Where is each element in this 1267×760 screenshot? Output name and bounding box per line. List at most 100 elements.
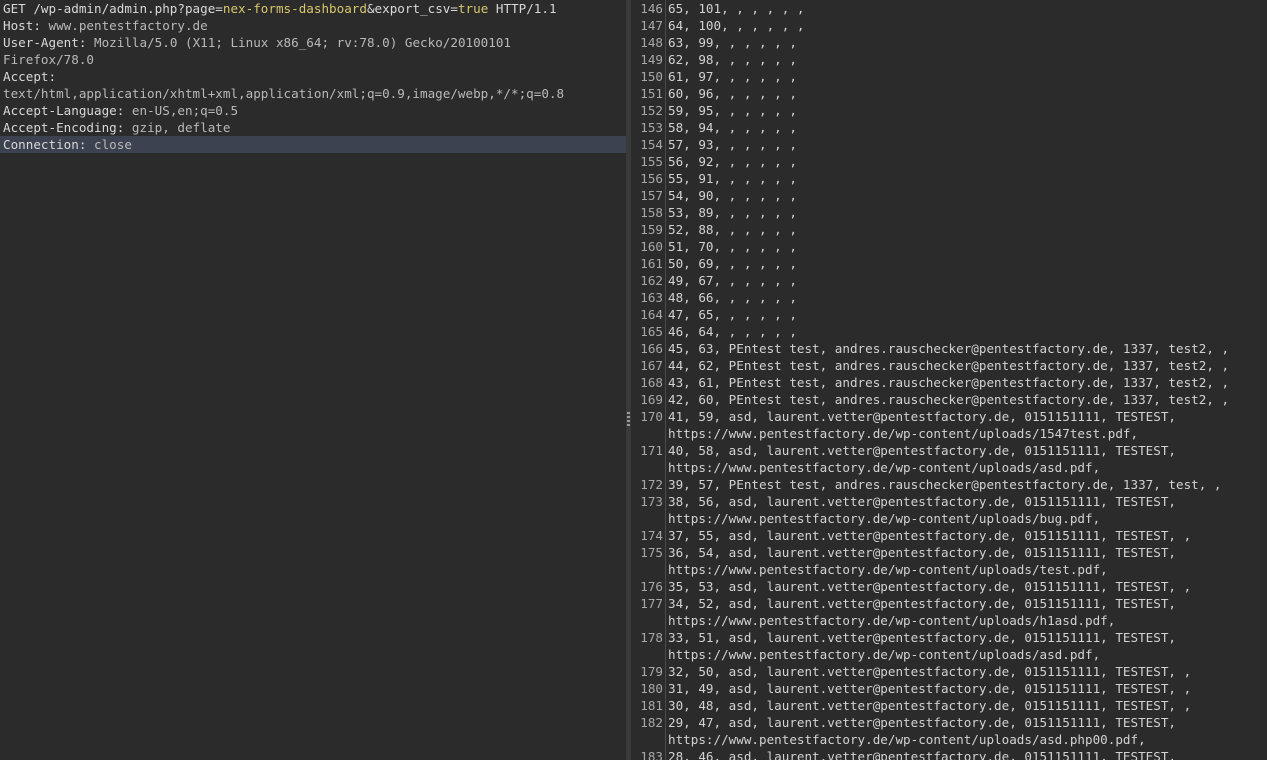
csv-row: 60, 96, , , , , , xyxy=(668,86,797,101)
header-value: close xyxy=(94,137,132,152)
request-line[interactable]: Accept-Encoding: gzip, deflate xyxy=(0,119,626,136)
line-number: 154 xyxy=(640,137,663,152)
csv-row: 36, 54, asd, laurent.vetter@pentestfacto… xyxy=(668,545,1176,560)
csv-row: 65, 101, , , , , , xyxy=(668,1,805,16)
line-number: 164 xyxy=(640,307,663,322)
csv-row: 46, 64, , , , , , xyxy=(668,324,797,339)
line-number: 159 xyxy=(640,222,663,237)
request-line[interactable]: Host: www.pentestfactory.de xyxy=(0,17,626,34)
csv-row: 54, 90, , , , , , xyxy=(668,188,797,203)
line-number: 181 xyxy=(640,698,663,713)
request-line[interactable]: Firefox/78.0 xyxy=(0,51,626,68)
csv-row: 37, 55, asd, laurent.vetter@pentestfacto… xyxy=(668,528,1192,543)
line-number: 169 xyxy=(640,392,663,407)
csv-row: https://www.pentestfactory.de/wp-content… xyxy=(668,647,1101,662)
line-number: 157 xyxy=(640,188,663,203)
line-number: 163 xyxy=(640,290,663,305)
http-message-viewer: GET /wp-admin/admin.php?page=nex-forms-d… xyxy=(0,0,1267,760)
header-value: gzip, deflate xyxy=(131,120,231,135)
line-number: 160 xyxy=(640,239,663,254)
csv-row: 39, 57, PEntest test, andres.rauschecker… xyxy=(668,477,1222,492)
csv-row: https://www.pentestfactory.de/wp-content… xyxy=(668,732,1146,747)
line-number xyxy=(631,459,665,476)
request-line[interactable]: User-Agent: Mozilla/5.0 (X11; Linux x86_… xyxy=(0,34,626,51)
csv-row: 44, 62, PEntest test, andres.rauschecker… xyxy=(668,358,1230,373)
csv-row: 63, 99, , , , , , xyxy=(668,35,797,50)
csv-row: https://www.pentestfactory.de/wp-content… xyxy=(668,562,1108,577)
header-key: Connection: xyxy=(3,137,94,152)
csv-row: 48, 66, , , , , , xyxy=(668,290,797,305)
line-number xyxy=(631,510,665,527)
request-editor[interactable]: GET /wp-admin/admin.php?page=nex-forms-d… xyxy=(0,0,626,153)
csv-row: 38, 56, asd, laurent.vetter@pentestfacto… xyxy=(668,494,1176,509)
line-number: 147 xyxy=(640,18,663,33)
request-line[interactable]: Accept-Language: en-US,en;q=0.5 xyxy=(0,102,626,119)
csv-row: 55, 91, , , , , , xyxy=(668,171,797,186)
param-value: nex-forms-dashboard xyxy=(222,1,367,16)
csv-row: 33, 51, asd, laurent.vetter@pentestfacto… xyxy=(668,630,1176,645)
csv-row: 62, 98, , , , , , xyxy=(668,52,797,67)
line-number: 172 xyxy=(640,477,663,492)
header-value: Mozilla/5.0 (X11; Linux x86_64; rv:78.0)… xyxy=(94,35,512,50)
line-number: 183 xyxy=(640,749,663,760)
request-line[interactable]: Connection: close xyxy=(0,136,626,153)
header-value: en-US,en;q=0.5 xyxy=(131,103,239,118)
header-key: User-Agent: xyxy=(3,35,94,50)
line-number xyxy=(631,425,665,442)
csv-row: 52, 88, , , , , , xyxy=(668,222,797,237)
csv-row: https://www.pentestfactory.de/wp-content… xyxy=(668,511,1101,526)
csv-row: https://www.pentestfactory.de/wp-content… xyxy=(668,460,1101,475)
request-pane[interactable]: GET /wp-admin/admin.php?page=nex-forms-d… xyxy=(0,0,626,760)
header-value: Firefox/78.0 xyxy=(3,52,94,67)
line-number: 146 xyxy=(640,1,663,16)
request-line[interactable]: text/html,application/xhtml+xml,applicat… xyxy=(0,85,626,102)
line-number: 171 xyxy=(640,443,663,458)
line-number: 152 xyxy=(640,103,663,118)
csv-row: https://www.pentestfactory.de/wp-content… xyxy=(668,426,1139,441)
line-number: 179 xyxy=(640,664,663,679)
line-number: 155 xyxy=(640,154,663,169)
line-number: 168 xyxy=(640,375,663,390)
line-number: 165 xyxy=(640,324,663,339)
csv-row: 57, 93, , , , , , xyxy=(668,137,797,152)
header-key: HTTP/1.1 xyxy=(488,1,557,16)
line-number: 173 xyxy=(640,494,663,509)
csv-row: https://www.pentestfactory.de/wp-content… xyxy=(668,613,1116,628)
header-key: &export_csv= xyxy=(366,1,458,16)
response-pane[interactable]: 146 147 148 149 150 151 152 153 154 155 156 157 158 1… xyxy=(631,0,1267,760)
line-number: 150 xyxy=(640,69,663,84)
header-value: text/html,application/xhtml+xml,applicat… xyxy=(3,86,565,101)
csv-row: 45, 63, PEntest test, andres.rauschecker… xyxy=(668,341,1230,356)
csv-row: 35, 53, asd, laurent.vetter@pentestfacto… xyxy=(668,579,1192,594)
header-key: Accept-Encoding: xyxy=(3,120,132,135)
param-value: true xyxy=(457,1,489,16)
csv-row: 51, 70, , , , , , xyxy=(668,239,797,254)
line-number: 153 xyxy=(640,120,663,135)
csv-row: 47, 65, , , , , , xyxy=(668,307,797,322)
csv-row: 42, 60, PEntest test, andres.rauschecker… xyxy=(668,392,1230,407)
line-number: 158 xyxy=(640,205,663,220)
request-line[interactable]: GET /wp-admin/admin.php?page=nex-forms-d… xyxy=(0,0,626,17)
csv-row: 32, 50, asd, laurent.vetter@pentestfacto… xyxy=(668,664,1192,679)
response-body[interactable]: 65, 101, , , , , , 64, 100, , , , , , 63, … xyxy=(666,0,1267,760)
line-number: 180 xyxy=(640,681,663,696)
csv-row: 64, 100, , , , , , xyxy=(668,18,805,33)
line-number xyxy=(631,561,665,578)
line-number: 149 xyxy=(640,52,663,67)
csv-row: 41, 59, asd, laurent.vetter@pentestfacto… xyxy=(668,409,1176,424)
line-number: 170 xyxy=(640,409,663,424)
line-number: 167 xyxy=(640,358,663,373)
splitter-grip-icon[interactable] xyxy=(627,412,630,428)
csv-row: 56, 92, , , , , , xyxy=(668,154,797,169)
header-key: Host: xyxy=(3,18,49,33)
line-number: 156 xyxy=(640,171,663,186)
line-number xyxy=(631,731,665,748)
line-number: 148 xyxy=(640,35,663,50)
request-line[interactable]: Accept: xyxy=(0,68,626,85)
csv-row: 59, 95, , , , , , xyxy=(668,103,797,118)
header-key: Accept: xyxy=(3,69,57,84)
csv-row: 50, 69, , , , , , xyxy=(668,256,797,271)
csv-row: 29, 47, asd, laurent.vetter@pentestfacto… xyxy=(668,715,1176,730)
line-number: 161 xyxy=(640,256,663,271)
line-number: 176 xyxy=(640,579,663,594)
